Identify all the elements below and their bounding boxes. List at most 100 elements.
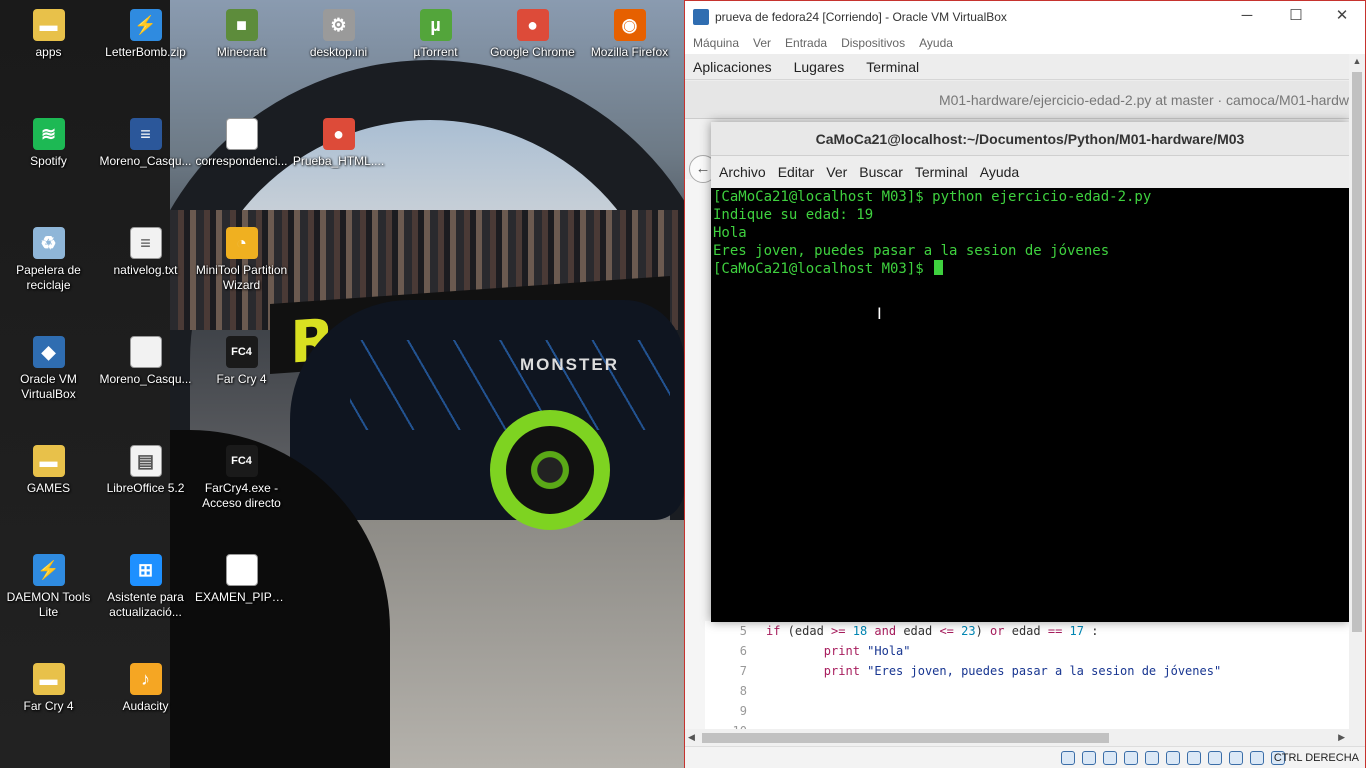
desktop-icon[interactable]: ◉ Mozilla Firefox (581, 3, 678, 112)
vertical-scroll-thumb[interactable] (1352, 72, 1362, 632)
gnome-menu-lugares[interactable]: Lugares (794, 59, 845, 75)
scroll-right-arrow-icon[interactable]: ▶ (1338, 729, 1345, 746)
desktop-icon[interactable]: µ µTorrent (387, 3, 484, 112)
terminal-title[interactable]: CaMoCa21@localhost:~/Documentos/Python/M… (711, 122, 1349, 156)
code-line: 6 print "Hola" (705, 641, 1349, 661)
minimize-button[interactable]: ─ (1224, 5, 1270, 27)
vbox-titlebar[interactable]: prueva de fedora24 [Corriendo] - Oracle … (685, 1, 1365, 32)
desktop-icon[interactable]: ● Prueba_HTML.... (290, 112, 387, 221)
desktop-icon[interactable]: ≡ nativelog.txt (97, 221, 194, 330)
desktop-icon[interactable]: ♪ Audacity (97, 657, 194, 766)
desktop-icon[interactable]: EXAMEN_PIPES.... (193, 548, 290, 657)
guest-screen[interactable]: Aplicaciones Lugares Terminal M01-hardwa… (685, 54, 1349, 746)
scroll-left-arrow-icon[interactable]: ◀ (688, 729, 695, 746)
audio-icon[interactable] (1103, 751, 1117, 765)
terminal-output[interactable]: [CaMoCa21@localhost M03]$ python ejercic… (711, 188, 1349, 622)
desktop-icon[interactable]: Moreno_Casqu... (97, 330, 194, 439)
terminal-menu-buscar[interactable]: Buscar (859, 164, 903, 180)
desktop-icon[interactable]: ⚡ LetterBomb.zip (97, 3, 194, 112)
desktop-icon[interactable]: ⚡ DAEMON Tools Lite (0, 548, 97, 657)
menu-dispositivos[interactable]: Dispositivos (841, 36, 905, 50)
horizontal-scrollbar[interactable]: ◀ ▶ (685, 729, 1365, 746)
browser-title: M01-hardware/ejercicio-edad-2.py at mast… (685, 81, 1349, 119)
desktop-icon-label: Google Chrome (490, 45, 575, 59)
desktop-icon[interactable]: ⚙ desktop.ini (290, 3, 387, 112)
code-token: if (766, 624, 781, 638)
gnome-menu-aplicaciones[interactable]: Aplicaciones (693, 59, 772, 75)
code-token: edad (1004, 624, 1048, 638)
fc4-icon: FC4 (225, 445, 258, 477)
display-icon[interactable] (1187, 751, 1201, 765)
libreoffice-icon: ▤ (129, 445, 162, 477)
code-view: 5 if (edad >= 18 and edad <= 23) or edad … (705, 621, 1349, 746)
usb-icon[interactable] (1145, 751, 1159, 765)
menu-maquina[interactable]: Máquina (693, 36, 739, 50)
network-icon[interactable] (1124, 751, 1138, 765)
line-number: 7 (739, 664, 747, 678)
desktop-icon-label: Moreno_Casqu... (99, 372, 192, 386)
menu-ayuda[interactable]: Ayuda (919, 36, 953, 50)
harddisk-icon[interactable] (1061, 751, 1075, 765)
desktop-icon[interactable]: ● Google Chrome (484, 3, 581, 112)
menu-entrada[interactable]: Entrada (785, 36, 827, 50)
desktop-icon-label: correspondenci... (195, 154, 288, 168)
lightning-icon: ⚡ (32, 554, 65, 586)
terminal-prompt: [CaMoCa21@localhost M03]$ (713, 261, 933, 277)
menu-ver[interactable]: Ver (753, 36, 771, 50)
terminal-menu-editar[interactable]: Editar (778, 164, 815, 180)
virtualbox-icon (693, 8, 709, 25)
terminal-menu-archivo[interactable]: Archivo (719, 164, 766, 180)
desktop-icon-label: Mozilla Firefox (590, 45, 669, 59)
cpu-icon[interactable] (1229, 751, 1243, 765)
desktop-icon[interactable]: FC4 Far Cry 4 (193, 330, 290, 439)
shared-folder-icon[interactable] (1166, 751, 1180, 765)
desktop-icon[interactable]: ♻ Papelera de reciclaje (0, 221, 97, 330)
desktop-icon-label: nativelog.txt (113, 263, 178, 277)
code-token: ) (975, 624, 991, 638)
optical-drive-icon[interactable] (1082, 751, 1096, 765)
recording-icon[interactable] (1208, 751, 1222, 765)
desktop-icon-label: Audacity (122, 699, 169, 713)
desktop-icon[interactable]: ≡ Moreno_Casqu... (97, 112, 194, 221)
desktop-icon[interactable]: ▬ apps (0, 3, 97, 112)
desktop-icon-label: LibreOffice 5.2 (106, 481, 185, 495)
gnome-menu-terminal[interactable]: Terminal (866, 59, 919, 75)
desktop-icon[interactable]: ◆ Oracle VM VirtualBox (0, 330, 97, 439)
horizontal-scroll-thumb[interactable] (702, 733, 1109, 743)
minecraft-icon: ■ (225, 9, 258, 41)
terminal-menu-terminal[interactable]: Terminal (915, 164, 968, 180)
line-number: 9 (739, 704, 747, 718)
terminal-menu-ayuda[interactable]: Ayuda (980, 164, 1019, 180)
desktop-icon[interactable]: ▬ GAMES (0, 439, 97, 548)
ibeam-cursor-icon: Ⅰ (877, 304, 882, 323)
audacity-icon: ♪ (129, 663, 162, 695)
maximize-button[interactable]: ☐ (1273, 5, 1319, 27)
terminal-window[interactable]: CaMoCa21@localhost:~/Documentos/Python/M… (711, 122, 1349, 622)
close-button[interactable]: ✕ (1319, 5, 1365, 27)
text-cursor (934, 260, 944, 275)
mouse-integration-icon[interactable] (1250, 751, 1264, 765)
blank-file-icon (129, 336, 162, 368)
desktop-icon-label: MiniTool Partition Wizard (195, 263, 288, 292)
desktop-icon[interactable]: ■ Minecraft (193, 3, 290, 112)
scroll-up-arrow-icon[interactable]: ▲ (1349, 56, 1365, 66)
desktop-icon[interactable]: FC4 FarCry4.exe - Acceso directo (193, 439, 290, 548)
virtualbox-window[interactable]: prueva de fedora24 [Corriendo] - Oracle … (684, 0, 1366, 768)
desktop-icon[interactable]: correspondenci... (193, 112, 290, 221)
line-number: 6 (739, 644, 747, 658)
terminal-menu-ver[interactable]: Ver (826, 164, 847, 180)
desktop-icon-label: Moreno_Casqu... (99, 154, 192, 168)
terminal-line: Indique su edad: 19 (713, 207, 874, 223)
vertical-scrollbar[interactable]: ▲ ▼ (1349, 54, 1365, 746)
desktop-icon-label: GAMES (26, 481, 71, 495)
desktop-icon[interactable]: ▤ LibreOffice 5.2 (97, 439, 194, 548)
vbox-menubar: Máquina Ver Entrada Dispositivos Ayuda (685, 32, 1365, 54)
desktop-icon[interactable]: ⊞ Asistente para actualizació... (97, 548, 194, 657)
desktop-icon[interactable]: ▬ Far Cry 4 (0, 657, 97, 766)
desktop-icon[interactable]: ≋ Spotify (0, 112, 97, 221)
code-line: 9 (705, 701, 1349, 721)
firefox-icon: ◉ (613, 9, 646, 41)
desktop-icon[interactable]: ◔ MiniTool Partition Wizard (193, 221, 290, 330)
